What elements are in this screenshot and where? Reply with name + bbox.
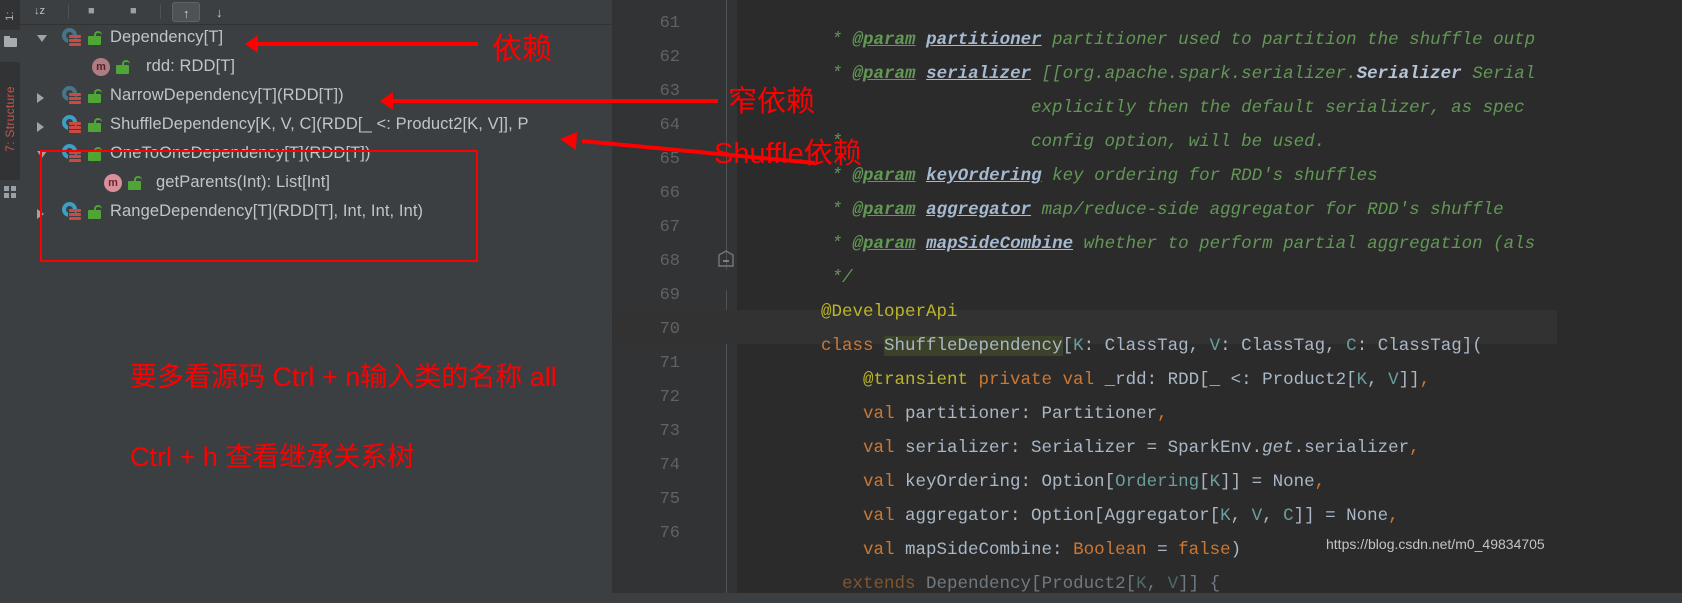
code-line: * @param mapSideCombine whether to perfo… xyxy=(821,234,1536,254)
twisty-expanded-icon[interactable] xyxy=(37,35,47,42)
code-fold-marker-icon[interactable] xyxy=(718,250,735,268)
project-folder-icon[interactable] xyxy=(4,36,17,48)
abstract-class-icon xyxy=(62,28,84,48)
method-icon: m xyxy=(92,58,110,76)
annotation-arrow-narrow xyxy=(393,99,718,103)
structure-toolbar: ↓z ■ ■ ↑ ↓ xyxy=(20,0,612,25)
line-number: 73 xyxy=(659,422,680,441)
show-fields-icon: ■ xyxy=(130,5,137,17)
annotation-note-shortcut-n: 要多看源码 Ctrl + n输入类的名称 all xyxy=(130,362,557,392)
annotation-note-shortcut-h: Ctrl + h 查看继承关系树 xyxy=(130,442,415,472)
expand-all-icon: ↑ xyxy=(183,6,190,21)
annotation-label-dependency: 依赖 xyxy=(492,33,552,66)
group-methods-button[interactable]: ■ xyxy=(82,2,104,22)
protected-lock-icon xyxy=(88,118,102,132)
line-number: 68 xyxy=(659,252,680,271)
line-number: 76 xyxy=(659,524,680,543)
protected-lock-icon xyxy=(88,31,102,45)
code-content[interactable]: * @param partitioner partitioner used to… xyxy=(737,0,1682,603)
class-icon xyxy=(62,115,84,135)
bottom-status-bar xyxy=(20,593,1682,603)
grid-icon[interactable] xyxy=(4,186,16,198)
tool-window-label-structure[interactable]: 7: Structure xyxy=(3,83,17,155)
annotation-highlight-box xyxy=(40,150,478,262)
line-number: 61 xyxy=(659,14,680,33)
toolbar-separator-2 xyxy=(160,4,161,19)
line-number: 71 xyxy=(659,354,680,373)
twisty-collapsed-icon[interactable] xyxy=(37,122,44,132)
show-fields-button[interactable]: ■ xyxy=(124,2,146,22)
toolbar-separator-1 xyxy=(68,4,69,19)
tree-item-label: Dependency[T] xyxy=(110,28,224,46)
line-number: 70 xyxy=(659,320,680,339)
sort-alphabetically-button[interactable]: ↓z xyxy=(32,2,54,22)
line-number: 62 xyxy=(659,48,680,67)
expand-all-button[interactable]: ↑ xyxy=(172,2,200,22)
abstract-class-icon xyxy=(62,86,84,106)
line-number: 75 xyxy=(659,490,680,509)
line-number: 74 xyxy=(659,456,680,475)
tree-item-narrowdependency[interactable]: NarrowDependency[T](RDD[T]) xyxy=(20,82,612,111)
tree-item-shuffledependency[interactable]: ShuffleDependency[K, V, C](RDD[_ <: Prod… xyxy=(20,111,612,140)
line-number: 67 xyxy=(659,218,680,237)
protected-lock-icon xyxy=(88,89,102,103)
annotation-arrow-dependency xyxy=(258,42,478,46)
twisty-collapsed-icon[interactable] xyxy=(37,93,44,103)
collapse-all-icon: ↓ xyxy=(216,5,223,20)
annotation-label-shuffle: Shuffle依赖 xyxy=(714,138,862,170)
structure-tool-window: ↓z ■ ■ ↑ ↓ Dependency[T] m rdd: RDD[T] N… xyxy=(20,0,612,603)
sort-alphabetically-icon: ↓z xyxy=(34,5,45,17)
tree-item-label: rdd: RDD[T] xyxy=(146,57,236,75)
tree-item-label: NarrowDependency[T](RDD[T]) xyxy=(110,86,344,104)
annotation-label-narrow: 窄依赖 xyxy=(728,86,816,118)
line-number: 66 xyxy=(659,184,680,203)
left-tool-strip: 1: 7: Structure xyxy=(0,0,21,603)
line-number: 69 xyxy=(659,286,680,305)
group-methods-icon: ■ xyxy=(88,5,95,17)
tree-item-label: ShuffleDependency[K, V, C](RDD[_ <: Prod… xyxy=(110,115,529,133)
watermark-url: https://blog.csdn.net/m0_49834705 xyxy=(1326,536,1545,552)
line-number: 72 xyxy=(659,388,680,407)
collapse-all-button[interactable]: ↓ xyxy=(210,2,232,22)
protected-lock-icon xyxy=(116,60,130,74)
annotation-arrowhead-narrow xyxy=(380,92,393,110)
annotation-arrowhead-dependency xyxy=(245,35,258,53)
